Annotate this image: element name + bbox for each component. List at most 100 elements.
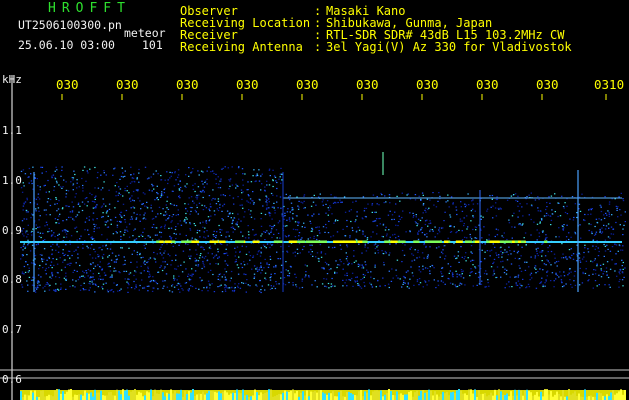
carrier-hotspot — [219, 240, 226, 243]
noise-speckle — [345, 258, 348, 260]
amplitude-bar — [590, 395, 592, 400]
noise-speckle — [63, 277, 66, 279]
noise-speckle — [470, 260, 472, 262]
noise-speckle — [427, 208, 429, 211]
noise-speckle — [94, 265, 97, 267]
amplitude-bar — [126, 389, 128, 400]
amplitude-bar — [86, 392, 88, 400]
noise-speckle — [612, 233, 615, 235]
noise-speckle — [82, 270, 84, 272]
noise-speckle — [24, 230, 27, 232]
noise-speckle — [215, 254, 218, 256]
noise-speckle — [57, 288, 59, 290]
noise-speckle — [242, 191, 244, 193]
noise-speckle — [599, 228, 601, 231]
noise-speckle — [599, 230, 601, 232]
noise-speckle — [224, 268, 226, 270]
noise-speckle — [72, 206, 75, 208]
amplitude-bar — [172, 393, 174, 400]
noise-speckle — [111, 274, 113, 276]
noise-speckle — [38, 198, 41, 200]
noise-speckle — [236, 246, 239, 248]
noise-speckle — [604, 228, 607, 230]
noise-speckle — [346, 285, 348, 287]
noise-speckle — [579, 261, 582, 263]
noise-speckle — [79, 205, 81, 207]
noise-speckle — [554, 193, 556, 195]
noise-speckle — [607, 276, 610, 279]
noise-speckle — [107, 215, 109, 217]
noise-speckle — [58, 215, 60, 217]
noise-speckle — [260, 218, 262, 220]
amplitude-bar — [538, 396, 540, 400]
noise-speckle — [39, 226, 41, 228]
noise-speckle — [471, 259, 474, 261]
amplitude-bar — [480, 394, 482, 400]
noise-speckle — [530, 256, 532, 258]
y-tick-label: 0.7 — [2, 323, 22, 336]
noise-speckle — [299, 252, 301, 254]
noise-speckle — [155, 261, 157, 263]
noise-speckle — [101, 234, 103, 236]
noise-speckle — [364, 244, 366, 246]
amplitude-bar — [278, 393, 280, 400]
noise-speckle — [493, 269, 495, 271]
noise-speckle — [230, 270, 233, 273]
noise-speckle — [105, 221, 108, 223]
noise-speckle — [195, 196, 197, 198]
noise-speckle — [365, 207, 368, 209]
noise-speckle — [224, 289, 227, 291]
noise-speckle — [346, 274, 348, 277]
noise-speckle — [419, 229, 422, 231]
noise-speckle — [26, 236, 28, 238]
noise-speckle — [260, 291, 262, 294]
noise-speckle — [268, 168, 271, 170]
noise-speckle — [94, 283, 97, 285]
amplitude-bar — [618, 391, 620, 400]
noise-speckle — [288, 245, 290, 247]
amplitude-bar — [604, 396, 606, 400]
noise-speckle-layer — [20, 166, 626, 294]
noise-speckle — [458, 274, 461, 276]
noise-speckle — [382, 224, 385, 226]
noise-speckle — [62, 249, 64, 251]
amplitude-bar — [458, 389, 460, 400]
noise-speckle — [456, 285, 459, 288]
amplitude-bar — [438, 396, 440, 400]
amplitude-bar — [448, 395, 450, 400]
noise-speckle — [334, 246, 336, 248]
amplitude-bar — [362, 396, 364, 400]
noise-speckle — [141, 235, 144, 237]
noise-speckle — [275, 180, 277, 182]
noise-speckle — [460, 201, 462, 203]
noise-speckle — [487, 279, 489, 281]
noise-speckle — [148, 271, 150, 273]
noise-speckle — [270, 273, 272, 275]
noise-speckle — [233, 290, 235, 293]
noise-speckle — [429, 246, 431, 248]
noise-speckle — [576, 212, 578, 214]
noise-speckle — [348, 210, 351, 212]
x-tick-label: 030 — [416, 77, 439, 92]
amplitude-bar — [286, 391, 288, 400]
noise-speckle — [166, 207, 168, 209]
noise-speckle — [401, 249, 404, 252]
noise-speckle — [118, 254, 120, 256]
amplitude-bar — [116, 389, 118, 400]
noise-speckle — [219, 203, 221, 205]
noise-speckle — [358, 243, 360, 245]
noise-speckle — [154, 234, 157, 236]
noise-speckle — [554, 257, 556, 259]
noise-speckle — [355, 219, 357, 221]
noise-speckle — [123, 256, 125, 258]
noise-speckle — [340, 248, 342, 250]
noise-speckle — [356, 215, 358, 217]
noise-speckle — [403, 281, 405, 284]
amplitude-bar — [224, 390, 226, 400]
noise-speckle — [339, 199, 341, 201]
noise-speckle — [375, 218, 378, 220]
noise-speckle — [208, 166, 210, 168]
amplitude-bar — [292, 389, 294, 400]
amplitude-bar — [552, 396, 554, 400]
noise-speckle — [460, 246, 462, 248]
